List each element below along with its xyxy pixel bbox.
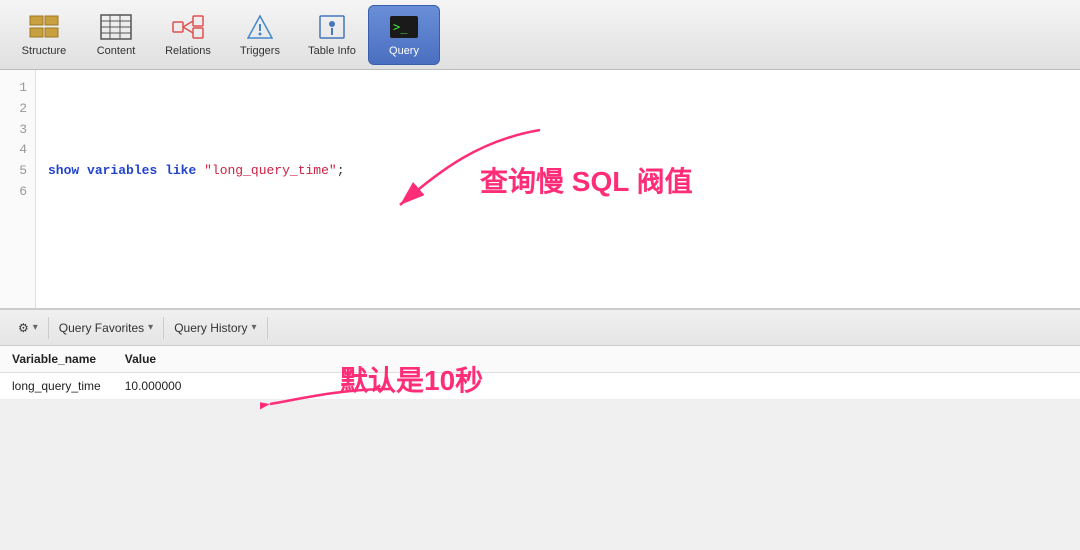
favorites-chevron: ▾ — [148, 322, 153, 333]
table-row: long_query_time 10.000000 — [0, 373, 1080, 400]
kw-like: like — [165, 161, 196, 182]
toolbar-triggers-button[interactable]: Triggers — [224, 5, 296, 65]
history-chevron: ▾ — [252, 322, 257, 333]
history-label: Query History — [174, 321, 247, 335]
code-line-1 — [48, 78, 1068, 99]
results-wrapper: Variable_name Value long_query_time 10.0… — [0, 346, 1080, 550]
code-line-2 — [48, 99, 1068, 120]
col-header-variable: Variable_name — [0, 346, 113, 373]
svg-text:>_: >_ — [393, 20, 408, 34]
structure-label: Structure — [22, 45, 67, 57]
toolbar-tableinfo-button[interactable]: Table Info — [296, 5, 368, 65]
bottom-toolbar: ⚙ ▾ Query Favorites ▾ Query History ▾ — [0, 310, 1080, 346]
kw-show: show — [48, 161, 79, 182]
cell-empty — [193, 373, 1080, 400]
col-header-value: Value — [113, 346, 194, 373]
code-line-5: show variables like "long_query_time"; — [48, 161, 1068, 182]
tableinfo-label: Table Info — [308, 45, 356, 57]
toolbar: Structure Content Relatio — [0, 0, 1080, 70]
triggers-icon — [244, 13, 276, 41]
cell-value: 10.000000 — [113, 373, 194, 400]
gear-chevron: ▾ — [33, 322, 38, 333]
toolbar-relations-button[interactable]: Relations — [152, 5, 224, 65]
main-content: 1 2 3 4 5 6 show variables like "long_qu… — [0, 70, 1080, 550]
query-history-button[interactable]: Query History ▾ — [164, 317, 267, 339]
gear-button[interactable]: ⚙ ▾ — [8, 317, 49, 339]
query-label: Query — [389, 45, 419, 57]
relations-icon — [172, 13, 204, 41]
editor-area: 1 2 3 4 5 6 show variables like "long_qu… — [0, 70, 1080, 310]
code-line-3 — [48, 120, 1068, 141]
toolbar-structure-button[interactable]: Structure — [8, 5, 80, 65]
favorites-label: Query Favorites — [59, 321, 144, 335]
results-area: Variable_name Value long_query_time 10.0… — [0, 346, 1080, 400]
kw-string: "long_query_time" — [204, 161, 337, 182]
code-line-6 — [48, 182, 1068, 203]
cell-variable-name: long_query_time — [0, 373, 113, 400]
relations-label: Relations — [165, 45, 211, 57]
triggers-label: Triggers — [240, 45, 280, 57]
toolbar-content-button[interactable]: Content — [80, 5, 152, 65]
content-icon — [100, 13, 132, 41]
code-area[interactable]: show variables like "long_query_time"; — [36, 70, 1080, 308]
tableinfo-icon — [316, 13, 348, 41]
line-numbers: 1 2 3 4 5 6 — [0, 70, 36, 308]
content-label: Content — [97, 45, 136, 57]
gear-icon: ⚙ — [18, 321, 29, 335]
code-line-4 — [48, 140, 1068, 161]
col-header-empty — [193, 346, 1080, 373]
query-icon: >_ — [388, 13, 420, 41]
toolbar-query-button[interactable]: >_ Query — [368, 5, 440, 65]
query-favorites-button[interactable]: Query Favorites ▾ — [49, 317, 164, 339]
kw-variables: variables — [87, 161, 157, 182]
semicolon: ; — [337, 161, 345, 182]
results-table: Variable_name Value long_query_time 10.0… — [0, 346, 1080, 400]
structure-icon — [28, 13, 60, 41]
